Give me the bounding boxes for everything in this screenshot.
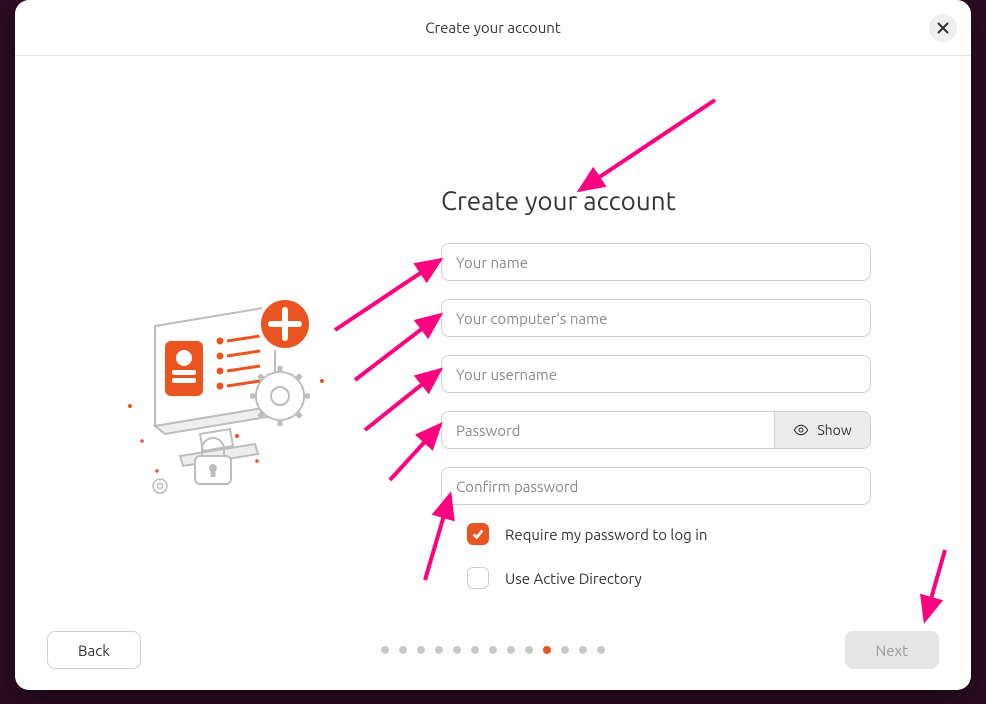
confirm-password-field[interactable] — [441, 467, 871, 505]
account-illustration — [125, 286, 345, 506]
content-area: Create your account Show — [15, 56, 971, 610]
active-directory-label: Use Active Directory — [505, 570, 642, 587]
step-dot — [543, 646, 551, 654]
step-dot — [435, 646, 443, 654]
require-password-checkbox[interactable] — [467, 523, 489, 545]
account-form: Create your account Show — [441, 186, 871, 599]
title-bar: Create your account — [15, 0, 971, 56]
show-password-label: Show — [817, 422, 851, 438]
name-field[interactable] — [441, 243, 871, 281]
computer-name-input[interactable] — [442, 310, 870, 327]
window-title: Create your account — [425, 19, 560, 36]
step-dot — [471, 646, 479, 654]
password-input[interactable] — [442, 422, 774, 439]
password-field[interactable]: Show — [441, 411, 871, 449]
footer: Back Next — [15, 610, 971, 690]
step-dot — [525, 646, 533, 654]
computer-name-field[interactable] — [441, 299, 871, 337]
require-password-label: Require my password to log in — [505, 526, 707, 543]
page-heading: Create your account — [441, 186, 871, 215]
installer-window: Create your account — [15, 0, 971, 690]
username-input[interactable] — [442, 366, 870, 383]
step-dot — [579, 646, 587, 654]
check-icon — [471, 527, 485, 541]
name-input[interactable] — [442, 254, 870, 271]
active-directory-option: Use Active Directory — [467, 567, 871, 589]
confirm-password-input[interactable] — [442, 478, 870, 495]
close-button[interactable] — [929, 14, 957, 42]
show-password-button[interactable]: Show — [774, 412, 870, 448]
step-dot — [597, 646, 605, 654]
step-dot — [381, 646, 389, 654]
step-dot — [507, 646, 515, 654]
step-indicator — [381, 646, 605, 654]
active-directory-checkbox[interactable] — [467, 567, 489, 589]
username-field[interactable] — [441, 355, 871, 393]
eye-icon — [793, 422, 809, 438]
back-button[interactable]: Back — [47, 631, 141, 669]
require-password-option: Require my password to log in — [467, 523, 871, 545]
next-button[interactable]: Next — [845, 631, 939, 669]
step-dot — [489, 646, 497, 654]
step-dot — [561, 646, 569, 654]
step-dot — [417, 646, 425, 654]
step-dot — [453, 646, 461, 654]
close-icon — [937, 22, 949, 34]
step-dot — [399, 646, 407, 654]
